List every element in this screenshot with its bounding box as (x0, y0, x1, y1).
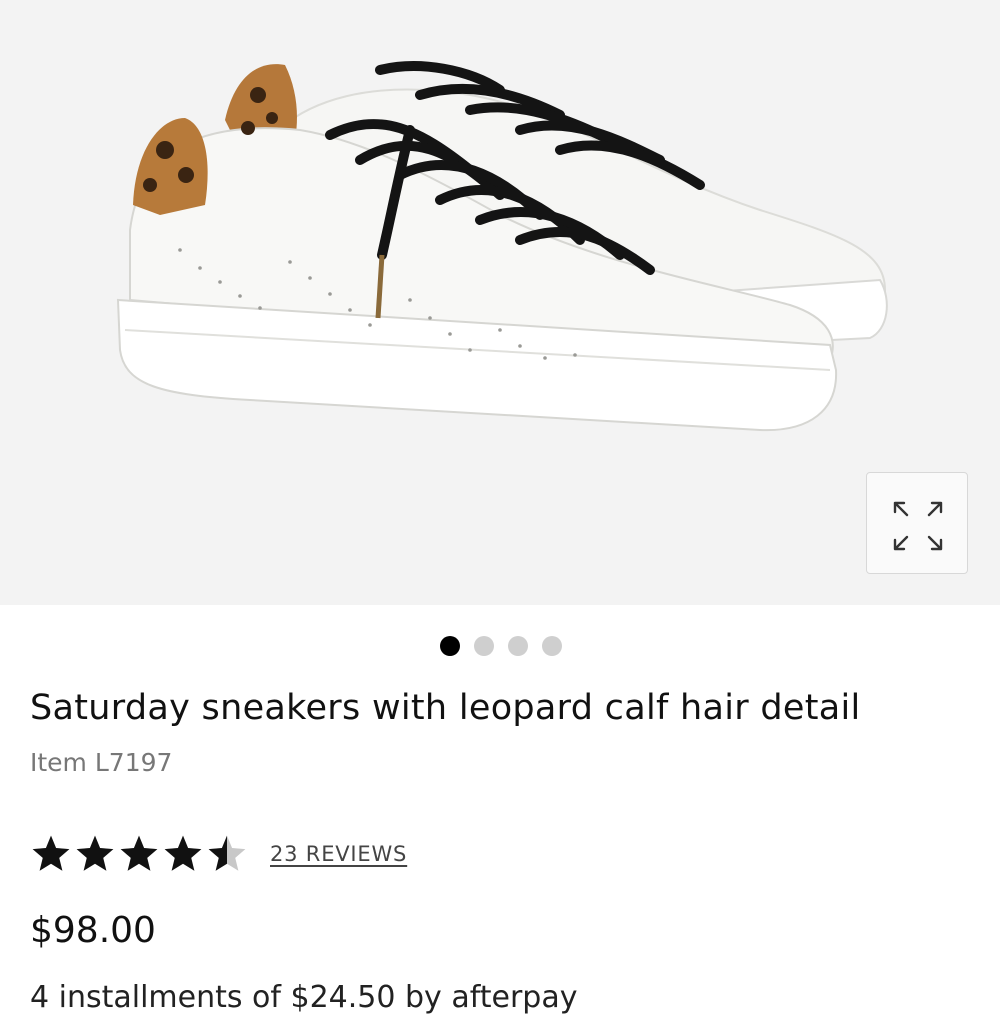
carousel-dot-2[interactable] (474, 636, 494, 656)
star-icon (208, 835, 246, 871)
carousel-pagination (440, 636, 562, 656)
product-title: Saturday sneakers with leopard calf hair… (30, 688, 861, 728)
star-icon (120, 835, 158, 871)
carousel-dot-4[interactable] (542, 636, 562, 656)
rating-stars[interactable] (30, 833, 248, 875)
product-rating: 23 REVIEWS (30, 832, 407, 876)
expand-image-button[interactable] (866, 472, 968, 574)
reviews-link[interactable]: 23 REVIEWS (270, 842, 407, 866)
product-price: $98.00 (30, 910, 156, 951)
item-number: Item L7197 (30, 748, 173, 777)
star-icon (76, 835, 114, 871)
product-image-carousel[interactable] (0, 0, 1000, 605)
installments-text: 4 installments of $24.50 by afterpay (30, 980, 578, 1015)
carousel-dot-3[interactable] (508, 636, 528, 656)
carousel-dot-1[interactable] (440, 636, 460, 656)
expand-arrows-icon (893, 501, 943, 551)
star-icon (32, 835, 70, 871)
product-image-sneakers (116, 61, 888, 432)
star-icon (164, 835, 202, 871)
